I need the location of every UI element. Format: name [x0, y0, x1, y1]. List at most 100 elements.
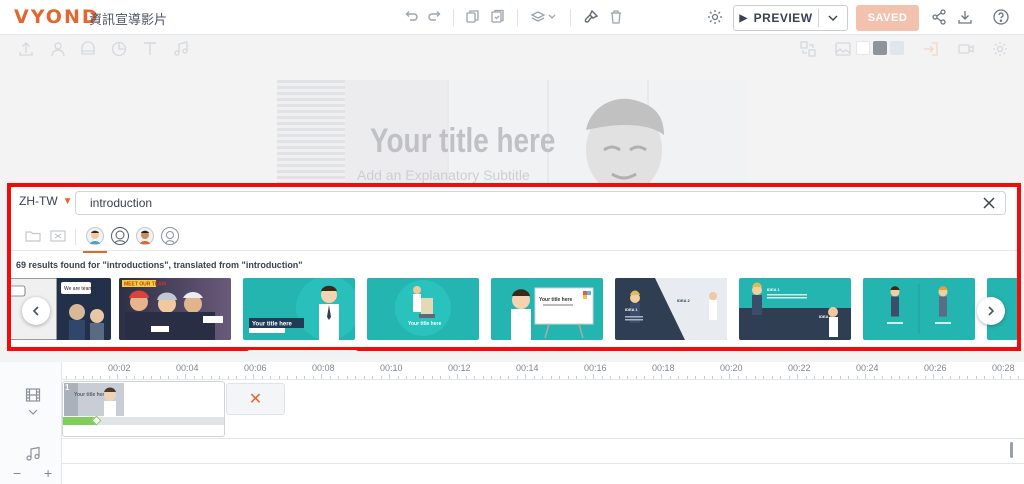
- ruler-tick: [321, 374, 322, 379]
- ruler-tick: [763, 376, 764, 379]
- result-thumbnail-8[interactable]: [863, 278, 975, 340]
- ruler-tick: [253, 374, 254, 379]
- ruler-tick: [372, 376, 373, 379]
- ruler-tick: [1009, 376, 1011, 379]
- result-thumbnail-4[interactable]: Your title here: [367, 278, 479, 340]
- chevron-down-icon[interactable]: [28, 408, 38, 416]
- ruler-tick: [278, 376, 280, 379]
- stage-scrollbar[interactable]: [246, 350, 359, 358]
- ruler-tick: [397, 376, 399, 379]
- ruler-tick: [678, 376, 679, 379]
- project-title[interactable]: 資訊宣導影片: [89, 9, 167, 28]
- timeline-ruler[interactable]: 00:02 00:04 00:06 00:08 00:10 00:12 00:14 00:16…: [62, 362, 1024, 380]
- ruler-tick: [74, 376, 76, 379]
- ruler-tick: [448, 376, 450, 379]
- ruler-tick: [219, 376, 220, 379]
- zoom-in-button[interactable]: +: [44, 465, 52, 481]
- folder-icon[interactable]: [24, 227, 42, 245]
- share-icon[interactable]: [930, 8, 948, 26]
- preview-button-group: ▶ PREVIEW: [733, 5, 848, 31]
- ruler-tick: [176, 376, 178, 379]
- close-icon[interactable]: [982, 196, 996, 210]
- trash-icon[interactable]: [607, 8, 625, 26]
- vyond-editor: VYOND 資訊宣導影片 ▶ PREVIEW SAVED Your title …: [0, 0, 1024, 484]
- image-icon[interactable]: [49, 227, 67, 245]
- ruler-tick: [780, 376, 781, 379]
- ruler-tick: [440, 376, 441, 379]
- search-input[interactable]: [90, 192, 970, 214]
- ruler-tick: [924, 376, 926, 379]
- ruler-tick: [66, 376, 67, 379]
- ruler-tick: [635, 376, 637, 379]
- scene-clip-1[interactable]: Your title here 1: [62, 381, 225, 437]
- copy-icon[interactable]: [464, 8, 482, 26]
- ruler-tick: [661, 374, 662, 379]
- ruler-tick: [805, 376, 807, 379]
- character-line-icon: [161, 227, 179, 245]
- chevron-right-icon: [988, 306, 995, 316]
- result-thumbnail-6[interactable]: IDEA 1 IDEA 2: [615, 278, 727, 340]
- character-filter-1[interactable]: [83, 227, 107, 253]
- saved-button[interactable]: SAVED: [856, 5, 919, 31]
- thumb-4-title: Your title here: [408, 321, 441, 327]
- ruler-tick: [414, 376, 416, 379]
- svg-text:We are team: We are team: [64, 286, 93, 292]
- redo-icon[interactable]: [426, 8, 444, 26]
- ruler-tick: [559, 376, 560, 379]
- result-thumbnail-2[interactable]: MEET OUR TEAM: [119, 278, 231, 340]
- character-icon: [86, 227, 104, 245]
- ruler-tick: [83, 376, 84, 379]
- brush-icon[interactable]: [582, 8, 600, 26]
- carousel-next-button[interactable]: [977, 297, 1005, 325]
- character-filter-3[interactable]: [136, 227, 154, 245]
- undo-icon[interactable]: [402, 8, 420, 26]
- ruler-tick: [236, 376, 237, 379]
- carousel-prev-button[interactable]: [22, 297, 50, 325]
- character-outline-icon: [111, 227, 129, 245]
- zoom-out-button[interactable]: −: [13, 465, 21, 481]
- vyond-logo[interactable]: VYOND: [14, 6, 100, 28]
- ruler-tick: [933, 374, 934, 379]
- result-thumbnail-7[interactable]: IDEA 1 IDEA 2: [739, 278, 851, 340]
- ruler-tick: [270, 376, 271, 379]
- ruler-tick-label: 00:28: [992, 363, 1015, 373]
- play-icon: ▶: [739, 12, 748, 24]
- download-icon[interactable]: [956, 8, 974, 26]
- preview-button[interactable]: ▶ PREVIEW: [734, 6, 818, 30]
- ruler-tick: [967, 376, 968, 379]
- ruler-tick: [729, 374, 730, 379]
- ruler-tick: [338, 376, 339, 379]
- ruler-tick: [465, 376, 467, 379]
- ruler-tick: [151, 376, 152, 379]
- ruler-tick: [703, 376, 705, 379]
- ruler-tick: [482, 376, 484, 379]
- result-thumbnail-5[interactable]: Your title here: [491, 278, 603, 340]
- layers-icon[interactable]: [530, 8, 558, 26]
- ruler-tick: [958, 376, 960, 379]
- ruler-tick: [882, 376, 883, 379]
- ruler-tick: [168, 376, 169, 379]
- ruler-tick: [992, 376, 994, 379]
- ruler-tick: [533, 376, 535, 379]
- add-scene-button[interactable]: ✕: [226, 383, 285, 415]
- settings-gear-icon[interactable]: [706, 8, 724, 26]
- music-icon[interactable]: [25, 446, 41, 462]
- preview-options-button[interactable]: [818, 6, 848, 30]
- film-icon[interactable]: [25, 387, 41, 403]
- ruler-tick: [312, 376, 314, 379]
- ruler-tick: [100, 376, 101, 379]
- character-filter-2[interactable]: [111, 227, 129, 245]
- svg-text:IDEA 2: IDEA 2: [677, 298, 691, 303]
- help-icon[interactable]: [992, 8, 1010, 26]
- character-filter-4[interactable]: [161, 227, 179, 245]
- ruler-tick-label: 00:20: [720, 363, 743, 373]
- timeline-scrollbar[interactable]: [1010, 442, 1013, 458]
- ruler-tick: [159, 376, 161, 379]
- paste-icon[interactable]: [489, 8, 507, 26]
- audio-track: [62, 439, 1024, 464]
- result-thumbnail-3[interactable]: Your title here: [243, 278, 355, 340]
- ruler-tick-label: 00:02: [108, 363, 131, 373]
- language-select[interactable]: ZH-TW ▼: [19, 194, 73, 208]
- thumb-3-title: Your title here: [252, 322, 293, 328]
- ruler-tick: [822, 376, 824, 379]
